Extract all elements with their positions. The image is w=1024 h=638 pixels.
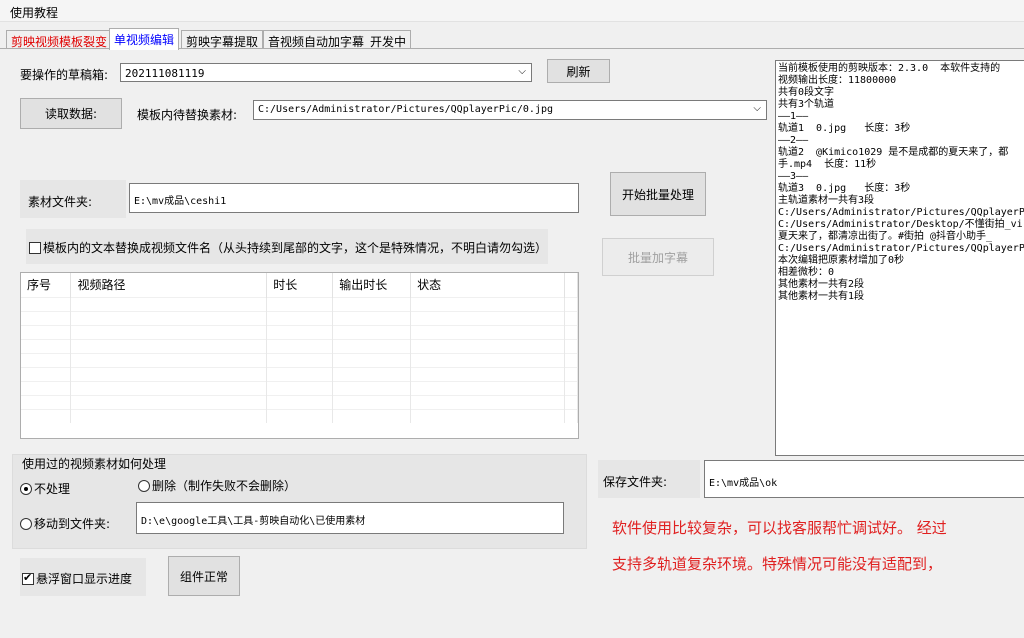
float-progress-label: 悬浮窗口显示进度	[36, 572, 133, 586]
radio-delete[interactable]: 删除（制作失败不会删除）	[138, 477, 296, 494]
log-line: 相差微秒：0	[778, 267, 835, 278]
checkbox-checked-icon	[22, 571, 34, 585]
notice-line-1: 软件使用比较复杂，可以找客服帮忙调试好。 经过	[612, 519, 947, 537]
radio-icon	[138, 480, 150, 492]
log-line: 夏天来了，都清凉出街了。#街拍 @抖音小助手_	[778, 231, 993, 242]
save-folder-label: 保存文件夹:	[603, 475, 668, 489]
table-row	[21, 366, 578, 381]
move-folder-input[interactable]: D:\e\google工具\工具-剪映自动化\已使用素材	[136, 502, 564, 534]
table-row	[21, 352, 578, 367]
table-header-row: 序号 视频路径 时长 输出时长 状态	[21, 273, 578, 297]
draft-select-value: 202111081119	[125, 67, 205, 80]
log-line: 视频输出长度：11800000	[778, 75, 897, 86]
log-line: 其他素材一共有1段	[778, 291, 865, 302]
log-line: 手.mp4 长度：11秒	[778, 159, 877, 170]
log-line: 轨道2 @Kimico1029 是不是成都的夏天来了，都	[778, 147, 1009, 158]
log-line: 本次编辑把原素材增加了0秒	[778, 255, 905, 266]
table-row	[21, 296, 578, 311]
log-line: C:/Users/Administrator/Pictures/QQplayer…	[778, 243, 1024, 254]
radio-icon	[20, 518, 32, 530]
rename-checkbox[interactable]: 模板内的文本替换成视频文件名（从头持续到尾部的文字，这个是特殊情况，不明白请勿勾…	[29, 239, 547, 256]
log-line: C:/Users/Administrator/Pictures/QQplayer…	[778, 207, 1024, 218]
chevron-down-icon: ⌵	[753, 103, 761, 114]
radio-move[interactable]: 移动到文件夹:	[20, 515, 110, 532]
chevron-down-icon: ⌵	[518, 66, 526, 77]
log-line: 轨道3 0.jpg 长度：3秒	[778, 183, 911, 194]
radio-no-process[interactable]: 不处理	[20, 480, 70, 497]
table-row	[21, 310, 578, 325]
log-line: 其他素材一共有2段	[778, 279, 865, 290]
menu-bar: 使用教程	[0, 0, 1024, 22]
column-header-duration[interactable]: 时长	[266, 273, 334, 297]
material-label: 素材文件夹:	[28, 195, 93, 209]
log-line: ——3——	[778, 171, 809, 182]
replace-material-select[interactable]: C:/Users/Administrator/Pictures/QQplayer…	[253, 100, 767, 120]
material-folder-input[interactable]: E:\mv成品\ceshi1	[129, 183, 579, 213]
column-header-filler	[564, 273, 578, 297]
radio-move-label: 移动到文件夹:	[34, 517, 111, 531]
column-header-index[interactable]: 序号	[21, 273, 72, 297]
log-output[interactable]: 当前模板使用的剪映版本：2.3.0 本软件支持的 视频输出长度：11800000…	[775, 60, 1024, 456]
batch-subtitle-button[interactable]: 批量加字幕	[602, 238, 714, 276]
tab-single-video-edit[interactable]: 单视频编辑	[109, 28, 180, 50]
rename-checkbox-label: 模板内的文本替换成视频文件名（从头持续到尾部的文字，这个是特殊情况，不明白请勿勾…	[43, 241, 548, 255]
table-row	[21, 324, 578, 339]
log-line: 轨道1 0.jpg 长度：3秒	[778, 123, 911, 134]
table-row	[21, 338, 578, 353]
log-line: 共有0段文字	[778, 87, 835, 98]
save-folder-input[interactable]: E:\mv成品\ok	[704, 460, 1024, 498]
tab-strip: 剪映视频模板裂变 单视频编辑 剪映字幕提取 音视频自动加字幕_开发中	[0, 28, 1024, 50]
float-progress-checkbox[interactable]: 悬浮窗口显示进度	[22, 570, 132, 587]
log-line: ——2——	[778, 135, 809, 146]
draft-select[interactable]: 202111081119 ⌵	[120, 63, 532, 82]
table-row	[21, 408, 578, 423]
log-line: 共有3个轨道	[778, 99, 835, 110]
column-header-path[interactable]: 视频路径	[70, 273, 268, 297]
tab-auto-subtitle[interactable]: 音视频自动加字幕_开发中	[263, 30, 412, 49]
tab-subtitle-extract[interactable]: 剪映字幕提取	[181, 30, 264, 49]
log-line: 当前模板使用的剪映版本：2.3.0 本软件支持的	[778, 63, 1001, 74]
start-batch-button[interactable]: 开始批量处理	[610, 172, 706, 216]
video-table[interactable]: 序号 视频路径 时长 输出时长 状态	[20, 272, 579, 439]
radio-delete-label: 删除（制作失败不会删除）	[152, 479, 297, 493]
column-header-status[interactable]: 状态	[410, 273, 565, 297]
component-status-button[interactable]: 组件正常	[168, 556, 240, 596]
log-line: C:/Users/Administrator/Desktop/不懂街拍_vi	[778, 219, 1023, 230]
replace-material-value: C:/Users/Administrator/Pictures/QQplayer…	[258, 104, 554, 115]
table-row	[21, 394, 578, 409]
radio-selected-icon	[20, 483, 32, 495]
tab-template-fission[interactable]: 剪映视频模板裂变	[6, 30, 113, 49]
radio-no-process-label: 不处理	[34, 482, 71, 496]
menu-item-tutorial[interactable]: 使用教程	[10, 4, 58, 21]
table-row	[21, 380, 578, 395]
read-data-button[interactable]: 读取数据:	[20, 98, 122, 129]
log-line: 主轨道素材一共有3段	[778, 195, 875, 206]
refresh-button[interactable]: 刷新	[547, 59, 610, 83]
used-material-title: 使用过的视频素材如何处理	[22, 457, 167, 471]
log-line: ——1——	[778, 111, 809, 122]
replace-label: 模板内待替换素材:	[137, 108, 238, 122]
checkbox-icon	[29, 242, 41, 254]
draft-label: 要操作的草稿箱:	[20, 68, 109, 82]
column-header-output-duration[interactable]: 输出时长	[332, 273, 412, 297]
notice-line-2: 支持多轨道复杂环境。特殊情况可能没有适配到，	[612, 555, 943, 573]
